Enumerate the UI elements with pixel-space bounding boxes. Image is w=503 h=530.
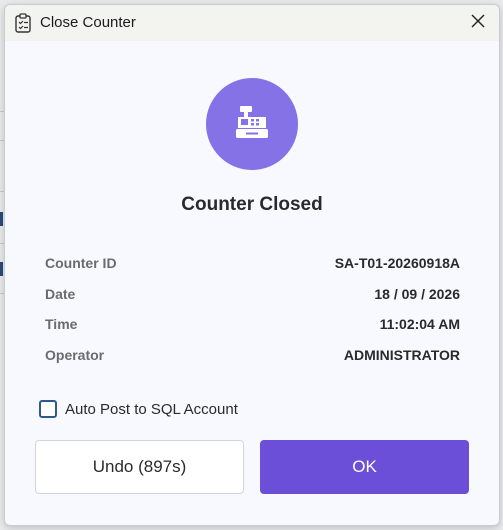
background-mark [0, 212, 3, 226]
detail-row-date: Date 18 / 09 / 2026 [45, 286, 460, 317]
detail-row-operator: Operator ADMINISTRATOR [45, 347, 460, 378]
counter-details: Counter ID SA-T01-20260918A Date 18 / 09… [45, 255, 460, 377]
undo-button[interactable]: Undo (897s) [35, 440, 244, 494]
clipboard-icon [14, 13, 32, 33]
detail-label: Operator [45, 346, 105, 363]
detail-value: SA-T01-20260918A [334, 255, 460, 271]
close-icon [471, 14, 485, 33]
close-counter-dialog: Close Counter Counter Closed Counter ID … [4, 4, 500, 526]
close-button[interactable] [463, 8, 493, 38]
background-mark [0, 262, 3, 276]
title-bar: Close Counter [5, 5, 499, 41]
detail-value: 18 / 09 / 2026 [374, 285, 460, 302]
detail-label: Time [45, 316, 78, 332]
status-title: Counter Closed [181, 194, 323, 215]
detail-label: Counter ID [45, 255, 117, 271]
detail-row-counter-id: Counter ID SA-T01-20260918A [45, 255, 460, 286]
auto-post-label[interactable]: Auto Post to SQL Account [65, 401, 238, 418]
auto-post-option[interactable]: Auto Post to SQL Account [39, 398, 238, 420]
detail-value: ADMINISTRATOR [343, 346, 460, 363]
status-badge [206, 78, 298, 170]
detail-value: 11:02:04 AM [379, 316, 460, 332]
auto-post-checkbox[interactable] [39, 400, 57, 418]
ok-button[interactable]: OK [260, 440, 469, 494]
window-title: Close Counter [40, 14, 136, 31]
cash-register-icon [232, 102, 272, 147]
detail-label: Date [45, 285, 76, 302]
detail-row-time: Time 11:02:04 AM [45, 316, 460, 347]
